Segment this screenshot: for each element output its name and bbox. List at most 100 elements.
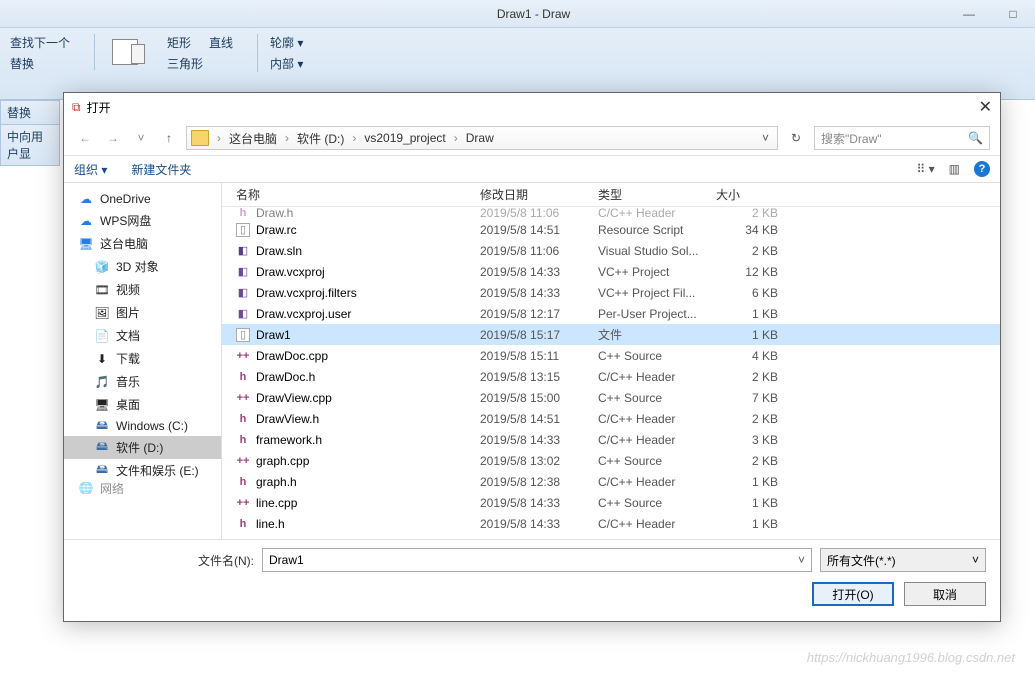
cloud-icon: ☁: [78, 192, 94, 206]
file-type: Visual Studio Sol...: [598, 244, 716, 258]
crumb-seg[interactable]: 软件 (D:): [293, 130, 348, 147]
ribbon-outline[interactable]: 轮廓 ▾: [270, 34, 303, 51]
file-row[interactable]: hline.h2019/5/8 14:33C/C++ Header1 KB: [222, 513, 1000, 534]
view-menu[interactable]: ⠿ ▾: [917, 162, 935, 176]
file-row[interactable]: ◧Draw.vcxproj.filters2019/5/8 14:33VC++ …: [222, 282, 1000, 303]
tree-node[interactable]: ⬇下载: [64, 347, 221, 370]
file-row[interactable]: ◧Draw.sln2019/5/8 11:06Visual Studio Sol…: [222, 240, 1000, 261]
tree-node[interactable]: 🖴Windows (C:): [64, 416, 221, 436]
tree-node[interactable]: 🖥桌面: [64, 393, 221, 416]
nav-forward-button[interactable]: →: [102, 127, 124, 149]
filter-dropdown-icon[interactable]: ˅: [972, 553, 979, 567]
disk-icon: 🖴: [94, 464, 110, 478]
file-name: Draw1: [256, 328, 291, 342]
refresh-button[interactable]: ↻: [784, 126, 808, 150]
tree-node[interactable]: 🧊3D 对象: [64, 255, 221, 278]
file-list[interactable]: hDraw.h2019/5/8 11:06C/C++ Header2 KB▯Dr…: [222, 207, 1000, 539]
file-cpp-icon: ++: [236, 391, 250, 405]
file-row[interactable]: hDrawDoc.h2019/5/8 13:15C/C++ Header2 KB: [222, 366, 1000, 387]
organize-menu[interactable]: 组织 ▾: [74, 161, 107, 178]
filename-input[interactable]: Draw1 ˅: [262, 548, 812, 572]
file-h-icon: h: [236, 207, 250, 219]
tree-node[interactable]: 🎞视频: [64, 278, 221, 301]
file-name: Draw.sln: [256, 244, 302, 258]
tree-node[interactable]: 🖴文件和娱乐 (E:): [64, 459, 221, 482]
strip-replace[interactable]: 替换: [0, 100, 60, 125]
file-name: DrawDoc.cpp: [256, 349, 328, 363]
file-type: VC++ Project: [598, 265, 716, 279]
file-row[interactable]: hDrawView.h2019/5/8 14:51C/C++ Header2 K…: [222, 408, 1000, 429]
nav-back-button[interactable]: ←: [74, 127, 96, 149]
tree-node[interactable]: 🌐网络: [64, 482, 221, 494]
dialog-toolbar: 组织 ▾ 新建文件夹 ⠿ ▾ ▥ ?: [64, 155, 1000, 183]
file-proj-icon: ◧: [236, 265, 250, 279]
open-button[interactable]: 打开(O): [812, 582, 894, 606]
file-row[interactable]: ▯Draw12019/5/8 15:17文件1 KB: [222, 324, 1000, 345]
net-icon: 🌐: [78, 482, 94, 494]
column-headers[interactable]: 名称 修改日期 类型 大小: [222, 183, 1000, 207]
ribbon-rect[interactable]: 矩形: [167, 34, 191, 51]
file-row[interactable]: ▯Draw.rc2019/5/8 14:51Resource Script34 …: [222, 219, 1000, 240]
strip-user[interactable]: 中向用户显: [0, 124, 60, 166]
cloud-icon: ☁: [78, 214, 94, 228]
app-window: Draw1 - Draw — □ 查找下一个 替换 矩形 直线 三角形 轮廓 ▾…: [0, 0, 1035, 673]
crumb-seg[interactable]: 这台电脑: [225, 130, 281, 147]
ribbon-inner[interactable]: 内部 ▾: [270, 55, 303, 72]
ribbon-replace[interactable]: 替换: [10, 55, 70, 72]
ribbon-triangle[interactable]: 三角形: [167, 55, 203, 72]
cancel-button[interactable]: 取消: [904, 582, 986, 606]
file-row[interactable]: ++DrawView.cpp2019/5/8 15:00C++ Source7 …: [222, 387, 1000, 408]
nav-tree[interactable]: ☁ OneDrive ☁WPS网盘🖥这台电脑🧊3D 对象🎞视频🖼图片📄文档⬇下载🎵音…: [64, 183, 222, 539]
minimize-button[interactable]: —: [947, 3, 991, 25]
col-name[interactable]: 名称: [222, 186, 480, 203]
filetype-filter[interactable]: 所有文件(*.*) ˅: [820, 548, 986, 572]
file-row[interactable]: ++DrawDoc.cpp2019/5/8 15:11C++ Source4 K…: [222, 345, 1000, 366]
tree-node[interactable]: 🎵音乐: [64, 370, 221, 393]
col-size[interactable]: 大小: [716, 186, 786, 203]
file-type: C/C++ Header: [598, 370, 716, 384]
maximize-button[interactable]: □: [991, 3, 1035, 25]
tree-node[interactable]: ☁WPS网盘: [64, 209, 221, 232]
tree-node[interactable]: 🖥这台电脑: [64, 232, 221, 255]
help-button[interactable]: ?: [974, 161, 990, 177]
tree-label: 这台电脑: [100, 235, 148, 252]
crumb-seg[interactable]: Draw: [462, 131, 498, 145]
ribbon-line[interactable]: 直线: [209, 34, 233, 51]
file-type: Per-User Project...: [598, 307, 716, 321]
col-type[interactable]: 类型: [598, 186, 716, 203]
col-date[interactable]: 修改日期: [480, 186, 598, 203]
tree-label: 图片: [116, 304, 140, 321]
tree-node[interactable]: ☁ OneDrive: [64, 189, 221, 209]
file-row[interactable]: ++graph.cpp2019/5/8 13:02C++ Source2 KB: [222, 450, 1000, 471]
file-type: C++ Source: [598, 391, 716, 405]
file-date: 2019/5/8 11:06: [480, 244, 598, 258]
new-folder-button[interactable]: 新建文件夹: [131, 161, 191, 178]
file-row[interactable]: hgraph.h2019/5/8 12:38C/C++ Header1 KB: [222, 471, 1000, 492]
dl-icon: ⬇: [94, 352, 110, 366]
nav-recent-dropdown[interactable]: ˅: [130, 127, 152, 149]
file-cpp-icon: ++: [236, 349, 250, 363]
crumb-seg[interactable]: vs2019_project: [360, 131, 449, 145]
dialog-title: 打开: [87, 99, 111, 116]
file-row[interactable]: ++line.cpp2019/5/8 14:33C++ Source1 KB: [222, 492, 1000, 513]
search-input[interactable]: 搜索"Draw" 🔍: [814, 126, 990, 150]
tree-node[interactable]: 🖼图片: [64, 301, 221, 324]
tree-node[interactable]: 📄文档: [64, 324, 221, 347]
file-row[interactable]: ◧Draw.vcxproj2019/5/8 14:33VC++ Project1…: [222, 261, 1000, 282]
filename-dropdown-icon[interactable]: ˅: [798, 553, 805, 567]
file-date: 2019/5/8 14:33: [480, 496, 598, 510]
filename-label: 文件名(N):: [78, 552, 254, 569]
file-row[interactable]: hframework.h2019/5/8 14:33C/C++ Header3 …: [222, 429, 1000, 450]
tree-node[interactable]: 🖴软件 (D:): [64, 436, 221, 459]
crumb-dropdown[interactable]: ˅: [758, 131, 773, 145]
file-row[interactable]: hDraw.h2019/5/8 11:06C/C++ Header2 KB: [222, 207, 1000, 219]
file-date: 2019/5/8 14:33: [480, 286, 598, 300]
close-button[interactable]: ✕: [979, 97, 992, 117]
file-row[interactable]: ◧Draw.vcxproj.user2019/5/8 12:17Per-User…: [222, 303, 1000, 324]
file-name: DrawView.h: [256, 412, 319, 426]
ribbon-find-next[interactable]: 查找下一个: [10, 34, 70, 51]
breadcrumb[interactable]: › 这台电脑 › 软件 (D:) › vs2019_project › Draw…: [186, 126, 778, 150]
preview-pane-button[interactable]: ▥: [949, 162, 960, 176]
tree-label: OneDrive: [100, 192, 151, 206]
nav-up-button[interactable]: ↑: [158, 127, 180, 149]
